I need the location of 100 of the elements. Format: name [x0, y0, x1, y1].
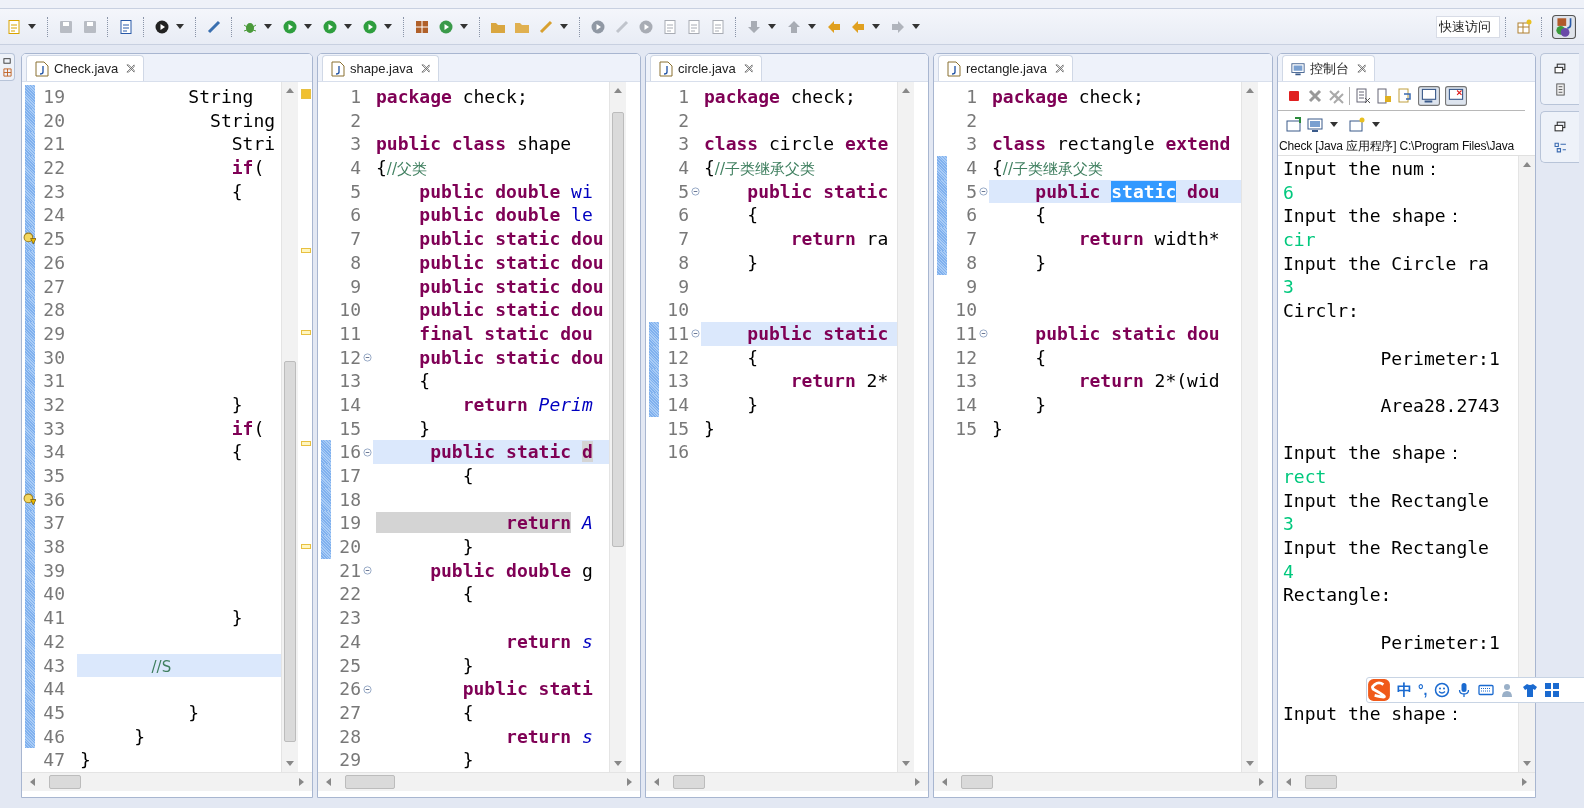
horizontal-scrollbar[interactable] [934, 772, 1272, 791]
scroll-thumb[interactable] [1305, 775, 1337, 789]
scroll-thumb[interactable] [673, 775, 705, 789]
document-icon[interactable] [662, 18, 678, 35]
up-arrow-icon[interactable] [786, 18, 802, 35]
caret-icon[interactable] [304, 24, 312, 29]
scroll-lock-icon[interactable] [1376, 88, 1392, 104]
save-icon[interactable] [58, 18, 74, 35]
editor-tab[interactable]: Check.java [26, 55, 145, 81]
grid-icon[interactable] [1543, 682, 1560, 698]
caret-icon[interactable] [460, 24, 468, 29]
scroll-thumb[interactable] [345, 775, 395, 789]
forward-arrow-icon[interactable] [890, 18, 906, 35]
collapse-icon[interactable] [362, 566, 372, 576]
scroll-thumb[interactable] [961, 775, 993, 789]
warning-icon[interactable] [23, 232, 36, 246]
scroll-left-icon[interactable] [30, 778, 35, 786]
caret-icon[interactable] [768, 24, 776, 29]
vertical-scrollbar[interactable] [281, 82, 298, 772]
caret-icon[interactable] [1372, 122, 1380, 127]
console-tab[interactable]: 控制台 [1282, 55, 1375, 81]
horizontal-scrollbar[interactable] [1278, 772, 1535, 791]
scroll-down-icon[interactable] [1523, 761, 1531, 766]
run-icon[interactable] [282, 18, 298, 35]
scroll-right-icon[interactable] [1259, 778, 1264, 786]
scroll-right-icon[interactable] [627, 778, 632, 786]
close-icon[interactable] [1054, 64, 1064, 73]
java-perspective-icon[interactable] [1552, 14, 1576, 39]
annotation-marker[interactable] [301, 247, 311, 253]
minimized-view-stack[interactable] [1540, 53, 1579, 105]
smiley-icon[interactable] [1433, 682, 1450, 698]
close-icon[interactable] [1357, 64, 1366, 73]
collapse-icon[interactable] [362, 447, 372, 457]
new-file-icon[interactable] [6, 18, 22, 35]
close-icon[interactable] [126, 64, 136, 73]
scroll-down-icon[interactable] [902, 761, 910, 766]
document-icon[interactable] [710, 18, 726, 35]
package-icon[interactable] [414, 18, 430, 35]
document-icon[interactable] [1553, 83, 1567, 96]
scroll-left-icon[interactable] [1286, 778, 1291, 786]
display-console-icon[interactable] [1445, 86, 1467, 106]
collapse-icon[interactable] [362, 352, 372, 362]
down-arrow-icon[interactable] [746, 18, 762, 35]
vertical-scrollbar[interactable] [897, 82, 914, 772]
scroll-left-icon[interactable] [654, 778, 659, 786]
vertical-scrollbar[interactable] [1241, 82, 1258, 772]
scroll-thumb[interactable] [49, 775, 81, 789]
scroll-up-icon[interactable] [614, 88, 622, 93]
scroll-down-icon[interactable] [286, 761, 294, 766]
run-external-icon[interactable] [362, 18, 378, 35]
new-console-icon[interactable] [1349, 116, 1365, 133]
caret-icon[interactable] [344, 24, 352, 29]
scroll-down-icon[interactable] [614, 761, 622, 766]
remove-all-icon[interactable] [1328, 88, 1344, 104]
save-all-icon[interactable] [82, 18, 98, 35]
annotation-marker[interactable] [301, 440, 311, 446]
scroll-right-icon[interactable] [915, 778, 920, 786]
scroll-thumb[interactable] [612, 112, 624, 548]
minimized-view-stack[interactable] [0, 53, 15, 81]
word-wrap-icon[interactable] [1397, 88, 1413, 104]
scroll-up-icon[interactable] [1246, 88, 1254, 93]
minimized-view-stack[interactable] [1540, 111, 1579, 163]
pin-console-icon[interactable] [1418, 86, 1440, 106]
caret-icon[interactable] [264, 24, 272, 29]
close-icon[interactable] [420, 64, 430, 73]
outline-icon[interactable] [1553, 141, 1567, 154]
caret-icon[interactable] [872, 24, 880, 29]
caret-icon[interactable] [560, 24, 568, 29]
collapse-icon[interactable] [978, 187, 988, 197]
scroll-up-icon[interactable] [902, 88, 910, 93]
horizontal-scrollbar[interactable] [318, 772, 640, 791]
collapse-icon[interactable] [690, 329, 700, 339]
collapse-icon[interactable] [362, 684, 372, 694]
punctuation-toggle[interactable]: °, [1418, 682, 1428, 698]
ime-logo-icon[interactable] [1367, 678, 1391, 702]
scroll-up-icon[interactable] [286, 88, 294, 93]
scroll-right-icon[interactable] [1522, 778, 1527, 786]
collapse-icon[interactable] [690, 187, 700, 197]
monitor-icon[interactable] [1307, 116, 1323, 133]
scroll-right-icon[interactable] [299, 778, 304, 786]
remove-icon[interactable] [1307, 88, 1323, 104]
input-mode-toggle[interactable]: 中 [1397, 680, 1412, 700]
collapse-icon[interactable] [978, 329, 988, 339]
caret-icon[interactable] [1330, 122, 1338, 127]
editor-tab[interactable]: circle.java [650, 55, 762, 81]
caret-icon[interactable] [384, 24, 392, 29]
vertical-scrollbar[interactable] [1518, 156, 1535, 772]
warning-icon[interactable] [23, 492, 36, 506]
restore-icon[interactable] [2, 56, 12, 65]
run-config-icon[interactable] [322, 18, 338, 35]
close-icon[interactable] [743, 64, 753, 73]
clear-console-icon[interactable] [1355, 88, 1371, 104]
binary-file-icon[interactable] [118, 18, 134, 35]
vertical-scrollbar[interactable] [609, 82, 626, 772]
restore-icon[interactable] [1553, 62, 1567, 75]
horizontal-scrollbar[interactable] [646, 772, 928, 791]
keyboard-icon[interactable] [1477, 682, 1494, 698]
scroll-thumb[interactable] [284, 361, 296, 742]
editor-tab[interactable]: shape.java [322, 55, 439, 81]
terminate-icon[interactable] [1286, 88, 1302, 104]
